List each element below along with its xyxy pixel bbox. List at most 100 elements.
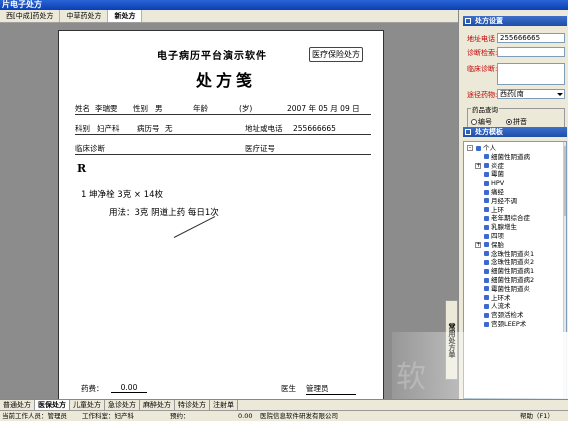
medicine-line[interactable]: 1 坤净栓 3克 × 14枚 — [81, 188, 163, 200]
settings-header[interactable]: 处方设置 — [463, 16, 567, 26]
tree-item[interactable]: HPV — [484, 179, 504, 187]
template-header[interactable]: 处方模板 — [463, 127, 567, 137]
usage-line[interactable]: 用法：3克 阴道上药 每日1次 — [109, 206, 219, 218]
route-value: 西药[南 — [500, 90, 524, 98]
template-item-icon — [484, 251, 489, 257]
tree-item[interactable]: 人流术 — [484, 302, 511, 310]
template-item-icon — [484, 215, 489, 221]
tree-item[interactable]: 念珠性阴道炎2 — [484, 258, 534, 266]
radio-pinyin[interactable]: 拼音 — [506, 117, 527, 127]
tree-item[interactable]: 月经不调 — [484, 197, 517, 205]
record-value[interactable]: 无 — [165, 123, 173, 135]
tree-item[interactable]: 四项 — [484, 232, 504, 240]
person-icon — [476, 145, 481, 151]
route-select[interactable]: 西药[南 — [497, 89, 565, 99]
tree-item[interactable]: 细菌性阴道病1 — [484, 267, 534, 275]
tree-item[interactable]: 细菌性阴道病2 — [484, 276, 534, 284]
tree-item[interactable]: 乳腺增生 — [484, 223, 517, 231]
tree-item[interactable]: 老年期综合症 — [484, 214, 530, 222]
insurance-number-label: 医疗证号 — [245, 144, 275, 153]
template-item-icon — [484, 312, 489, 318]
phone-label: 地址电话 — [467, 35, 495, 43]
status-mid: 预约： — [170, 412, 190, 420]
window-title: 片电子处方 — [0, 0, 568, 10]
template-item-icon — [484, 207, 489, 213]
tree-item-label: HPV — [491, 179, 505, 188]
bottom-tab-narcotic[interactable]: 麻醉处方 — [140, 400, 175, 410]
tree-item[interactable]: + 保胎 — [475, 241, 504, 249]
bottom-tab-child[interactable]: 儿童处方 — [70, 400, 105, 410]
tree-item[interactable]: 痛经 — [484, 188, 504, 196]
expand-icon[interactable]: + — [475, 241, 481, 248]
top-tab-bar: 西[中成]药处方 中草药处方 新处方 — [0, 10, 458, 23]
tree-item-label: 痛经 — [491, 188, 504, 196]
insurance-prescription-button[interactable]: 医疗保险处方 — [309, 47, 363, 62]
radio-pinyin-label: 拼音 — [513, 118, 527, 126]
tree-item[interactable]: + 炎症 — [475, 162, 504, 170]
template-item-icon — [484, 233, 489, 239]
bottom-tab-insurance[interactable]: 医保处方 — [35, 400, 70, 410]
template-item-icon — [484, 163, 489, 169]
tree-item-label: 细菌性阴道病 — [491, 152, 530, 161]
phone-input[interactable]: 255666665 — [497, 33, 565, 43]
tree-item-label: 人流术 — [491, 302, 511, 311]
phone-value[interactable]: 255666665 — [293, 123, 336, 135]
clinical-diag-label: 临床诊断: — [467, 65, 498, 73]
template-item-icon — [484, 303, 489, 309]
record-label: 病历号 — [137, 124, 160, 133]
tree-item[interactable]: 细菌性阴道病 — [484, 153, 530, 161]
fee-value: 0.00 — [111, 383, 147, 393]
diagnosis-label: 临床诊断 — [75, 144, 105, 153]
tree-item[interactable]: 宫颈LEEP术 — [484, 320, 526, 328]
radio-code-label: 编号 — [478, 118, 492, 126]
name-label: 姓名 — [75, 104, 90, 113]
prescription-date[interactable]: 2007 年 05 月 09 日 — [287, 103, 360, 115]
expand-icon[interactable]: + — [475, 162, 481, 169]
tree-item-label: 上环术 — [491, 293, 511, 302]
scroll-thumb[interactable] — [564, 146, 566, 216]
template-item-icon — [484, 268, 489, 274]
dept-row: 科别 妇产科 病历号 无 地址或电话 255666665 — [75, 123, 371, 135]
age-label: 年龄 — [193, 104, 208, 113]
collapse-icon[interactable]: - — [467, 145, 473, 151]
tree-item[interactable]: 宫颈活检术 — [484, 311, 524, 319]
route-label: 途径药物: — [467, 91, 498, 99]
diag-search-input[interactable] — [497, 47, 565, 57]
status-bar: 当前工作人员：管理员 工作科室：妇产科 预约： 0.00 医院信息软件研发有限公… — [0, 410, 568, 421]
tab-new-prescription[interactable]: 新处方 — [108, 10, 143, 22]
template-item-icon — [484, 295, 489, 301]
bottom-tab-special[interactable]: 特诊处方 — [175, 400, 210, 410]
settings-title: 处方设置 — [475, 17, 503, 25]
dept-value[interactable]: 妇产科 — [97, 123, 120, 135]
template-item-icon — [484, 180, 489, 186]
tree-item-label: 上环 — [491, 205, 504, 214]
template-item-icon — [484, 154, 489, 160]
tree-item-label: 月经不调 — [491, 196, 517, 205]
bottom-tab-injection[interactable]: 注射单 — [210, 400, 238, 410]
tree-item-label: 宫颈活检术 — [491, 311, 524, 320]
tab-western-medicine[interactable]: 西[中成]药处方 — [0, 10, 61, 22]
patient-name[interactable]: 李瑞雯 — [95, 103, 118, 115]
template-item-icon — [484, 286, 489, 292]
bottom-tab-emergency[interactable]: 急诊处方 — [105, 400, 140, 410]
tree-item[interactable]: - 个人 — [467, 144, 496, 152]
tree-item[interactable]: 上环 — [484, 206, 504, 214]
tree-item[interactable]: 霉菌 — [484, 170, 504, 178]
radio-selected-icon — [506, 119, 512, 125]
tree-item[interactable]: 上环术 — [484, 294, 511, 302]
tree-item[interactable]: 念珠性阴道炎1 — [484, 250, 534, 258]
rx-mark: R — [77, 162, 87, 175]
tab-herbal-medicine[interactable]: 中草药处方 — [60, 10, 109, 22]
template-icon — [465, 129, 471, 135]
diagnosis-row: 临床诊断 医疗证号 — [75, 143, 371, 155]
template-item-icon — [484, 321, 489, 327]
tree-item-label: 四项 — [491, 232, 504, 240]
tree-item-label: 念珠性阴道炎2 — [491, 258, 535, 267]
clinical-diag-input[interactable] — [497, 63, 565, 85]
radio-code[interactable]: 编号 — [471, 117, 492, 127]
bottom-tab-normal[interactable]: 普通处方 — [0, 400, 35, 410]
fee-field: 药费： 0.00 — [81, 383, 147, 394]
tree-item[interactable]: 霉菌性阴道炎 — [484, 285, 530, 293]
patient-gender[interactable]: 男 — [155, 103, 163, 115]
end-slash — [173, 216, 216, 238]
